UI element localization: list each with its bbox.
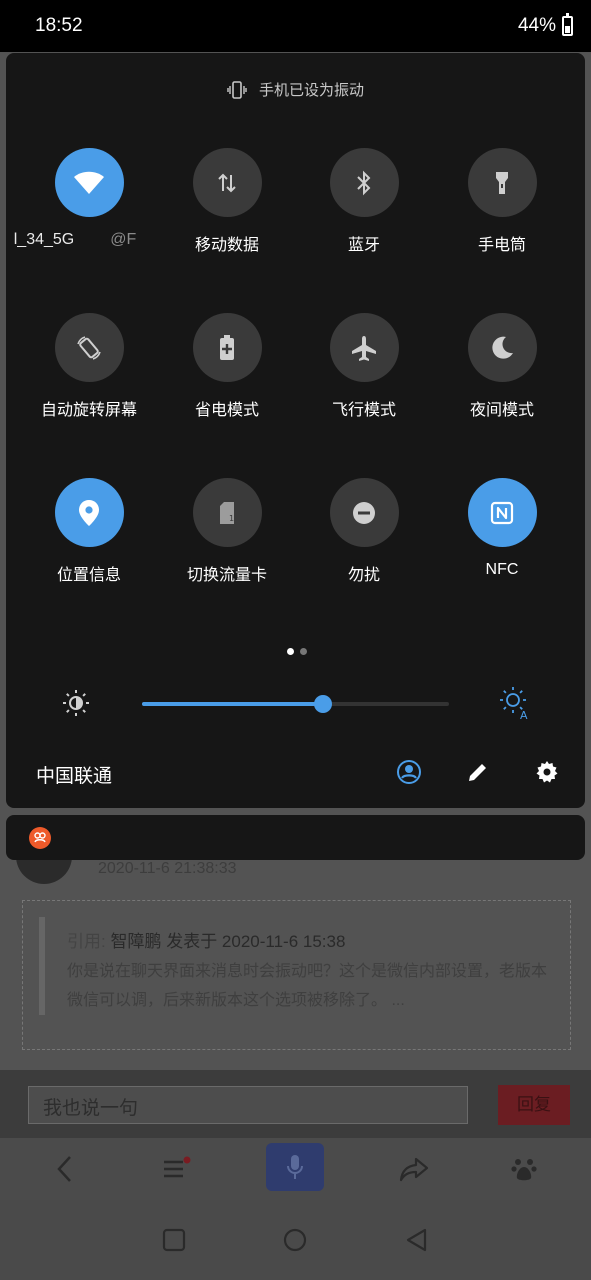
tile-label-auto-rotate: 自动旋转屏幕 bbox=[40, 402, 137, 419]
battery-status: 44% bbox=[517, 13, 573, 37]
flashlight-toggle[interactable] bbox=[467, 148, 537, 217]
brightness-row: A bbox=[6, 683, 585, 723]
vibrate-status-label: 手机已设为振动 bbox=[258, 82, 364, 99]
auto-rotate-icon bbox=[77, 335, 101, 360]
reply-input[interactable]: 我也说一句 bbox=[28, 1086, 468, 1124]
tile-battery-saver[interactable]: 省电模式 bbox=[157, 313, 297, 420]
quote-prefix: 引用: bbox=[67, 932, 106, 951]
home-icon[interactable] bbox=[281, 1226, 309, 1254]
tile-label-wifi: l_34_5G @F bbox=[0, 231, 159, 249]
night-mode-toggle[interactable] bbox=[467, 313, 537, 382]
quick-settings-footer: 中国联通 bbox=[6, 753, 585, 793]
quote-bar bbox=[39, 917, 45, 1015]
brightness-low-icon bbox=[60, 687, 92, 724]
brightness-fill bbox=[142, 702, 324, 706]
battery-saver-toggle[interactable] bbox=[192, 313, 262, 382]
auto-brightness-icon[interactable]: A bbox=[496, 685, 532, 726]
quote-author[interactable]: 智障鹏 发表于 2020-11-6 15:38 bbox=[110, 932, 345, 951]
tile-label-nfc: NFC bbox=[485, 561, 519, 578]
nfc-toggle[interactable] bbox=[467, 478, 537, 547]
nfc-icon bbox=[490, 501, 514, 524]
wifi-ssid-suffix: @F bbox=[110, 231, 137, 248]
tile-flashlight[interactable]: 手电筒 bbox=[432, 148, 572, 255]
back-arrow-icon[interactable] bbox=[44, 1152, 84, 1186]
brightness-slider[interactable] bbox=[142, 695, 449, 713]
battery-saver-icon bbox=[220, 334, 234, 360]
user-account-icon[interactable] bbox=[395, 758, 423, 786]
do-not-disturb-icon bbox=[353, 501, 375, 524]
tile-do-not-disturb[interactable]: 勿扰 bbox=[294, 478, 434, 585]
reply-button[interactable]: 回复 bbox=[498, 1085, 570, 1125]
tile-label-airplane: 飞行模式 bbox=[331, 402, 396, 419]
app-bottom-nav bbox=[0, 1138, 591, 1200]
bluetooth-icon bbox=[357, 170, 371, 195]
svg-text:1: 1 bbox=[229, 514, 234, 523]
vibrate-status[interactable]: 手机已设为振动 bbox=[6, 79, 585, 100]
status-bar: 18:52 44% bbox=[0, 0, 591, 52]
edit-pencil-icon[interactable] bbox=[464, 758, 492, 786]
vibrate-icon bbox=[227, 80, 247, 99]
baidu-paw-icon[interactable] bbox=[504, 1152, 544, 1186]
post-date: 2020-11-6 21:38:33 bbox=[98, 860, 237, 877]
notification-card[interactable] bbox=[6, 815, 585, 860]
tile-location[interactable]: 位置信息 bbox=[19, 478, 159, 585]
auto-rotate-toggle[interactable] bbox=[54, 313, 124, 382]
carrier-name: 中国联通 bbox=[36, 766, 113, 787]
airplane-toggle[interactable] bbox=[329, 313, 399, 382]
location-toggle[interactable] bbox=[54, 478, 124, 547]
tile-label-switch-sim: 切换流量卡 bbox=[186, 567, 267, 584]
tile-nfc[interactable]: NFC bbox=[432, 478, 572, 579]
wifi-toggle[interactable] bbox=[54, 148, 124, 217]
back-triangle-icon[interactable] bbox=[403, 1226, 431, 1254]
wifi-icon bbox=[74, 171, 104, 194]
settings-gear-icon[interactable] bbox=[533, 758, 561, 786]
do-not-disturb-toggle[interactable] bbox=[329, 478, 399, 547]
tile-auto-rotate[interactable]: 自动旋转屏幕 bbox=[19, 313, 159, 420]
status-time: 18:52 bbox=[35, 15, 83, 36]
tile-label-location: 位置信息 bbox=[56, 567, 121, 584]
location-icon bbox=[79, 499, 99, 526]
reply-bar: 我也说一句 回复 bbox=[0, 1070, 591, 1138]
svg-text:A: A bbox=[520, 709, 528, 721]
tile-label-battery-saver: 省电模式 bbox=[194, 402, 259, 419]
battery-percent: 44% bbox=[517, 15, 556, 36]
tile-label-do-not-disturb: 勿扰 bbox=[347, 567, 380, 584]
tile-label-flashlight: 手电筒 bbox=[477, 237, 526, 254]
tile-label-night-mode: 夜间模式 bbox=[469, 402, 534, 419]
tile-mobile-data[interactable]: 移动数据 bbox=[157, 148, 297, 255]
share-icon[interactable] bbox=[394, 1152, 434, 1186]
page-dot-inactive bbox=[300, 648, 307, 655]
wifi-ssid-fragment: l_34_5G bbox=[13, 231, 75, 248]
mobile-data-toggle[interactable] bbox=[192, 148, 262, 217]
menu-icon[interactable] bbox=[156, 1152, 196, 1186]
battery-icon bbox=[562, 13, 573, 36]
app-notification-icon bbox=[29, 827, 51, 849]
tile-label-mobile-data: 移动数据 bbox=[194, 237, 259, 254]
quote-citation: 引用: 智障鹏 发表于 2020-11-6 15:38 bbox=[67, 927, 345, 952]
voice-input-button[interactable] bbox=[266, 1143, 324, 1191]
tile-bluetooth[interactable]: 蓝牙 bbox=[294, 148, 434, 255]
page-dot-active bbox=[287, 648, 294, 655]
page-indicator bbox=[287, 648, 307, 655]
quote-body: 你是说在聊天界面来消息时会振动吧？这个是微信内部设置，老版本微信可以调，后来新版… bbox=[67, 963, 548, 1009]
airplane-icon bbox=[352, 335, 376, 361]
tile-wifi[interactable]: l_34_5G @F bbox=[14, 148, 159, 249]
bluetooth-toggle[interactable] bbox=[329, 148, 399, 217]
tile-night-mode[interactable]: 夜间模式 bbox=[432, 313, 572, 420]
sim-card-icon: 1 bbox=[220, 501, 234, 524]
tile-airplane[interactable]: 飞行模式 bbox=[294, 313, 434, 420]
system-nav-bar bbox=[0, 1200, 591, 1280]
tile-label-bluetooth: 蓝牙 bbox=[347, 237, 380, 254]
flashlight-icon bbox=[496, 171, 508, 194]
quote-block: 引用: 智障鹏 发表于 2020-11-6 15:38 你是说在聊天界面来消息时… bbox=[22, 900, 571, 1050]
quick-settings-panel: 手机已设为振动 l_34_5G @F 移动数据 蓝牙 手电筒 自动旋转屏幕 省电… bbox=[6, 53, 585, 808]
switch-sim-toggle[interactable]: 1 bbox=[192, 478, 262, 547]
moon-icon bbox=[492, 336, 513, 359]
microphone-icon bbox=[287, 1155, 303, 1179]
recents-icon[interactable] bbox=[160, 1226, 188, 1254]
mobile-data-icon bbox=[218, 173, 236, 192]
tile-switch-sim[interactable]: 1 切换流量卡 bbox=[157, 478, 297, 585]
brightness-thumb[interactable] bbox=[314, 695, 333, 713]
